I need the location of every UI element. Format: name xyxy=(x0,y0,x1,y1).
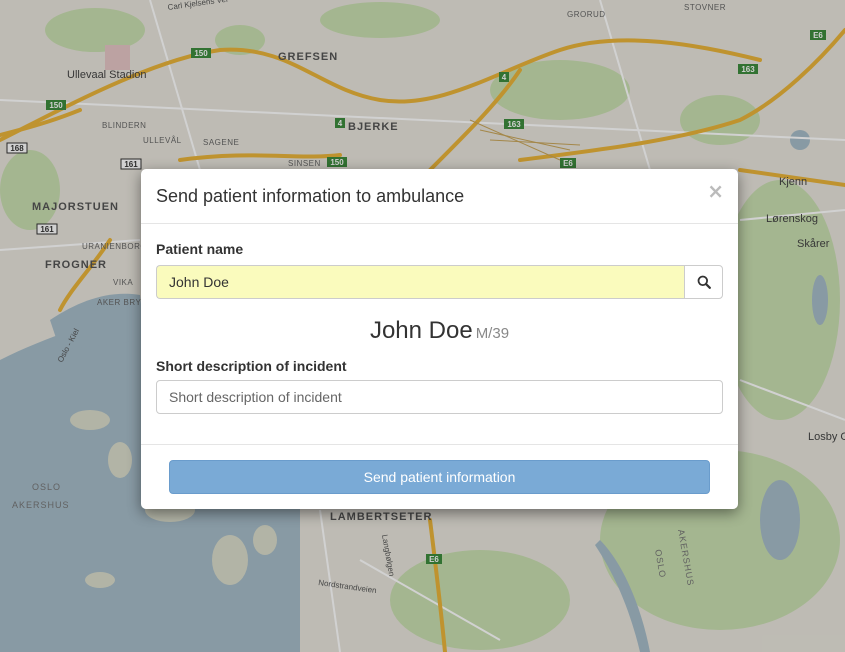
patient-sex-age: M/39 xyxy=(475,325,510,342)
patient-search-button[interactable] xyxy=(684,265,723,299)
patient-name-input-group xyxy=(156,265,723,299)
description-input[interactable] xyxy=(156,380,723,414)
patient-summary: John Doe M/39 xyxy=(156,317,723,345)
modal-header: Send patient information to ambulance × xyxy=(141,169,738,224)
close-button[interactable]: × xyxy=(707,181,724,201)
description-label: Short description of incident xyxy=(156,358,347,374)
send-patient-info-button[interactable]: Send patient information xyxy=(169,460,710,494)
modal-body: Patient name John DoeM/39 Short descript… xyxy=(156,241,723,414)
patient-name-input[interactable] xyxy=(156,265,684,299)
modal-title: Send patient information to ambulance xyxy=(156,186,465,206)
search-icon xyxy=(697,275,711,289)
patient-display-name: John Doe xyxy=(369,317,473,344)
patient-name-label: Patient name xyxy=(156,241,244,257)
modal-footer: Send patient information xyxy=(141,444,738,509)
send-patient-modal: Send patient information to ambulance × … xyxy=(141,169,738,509)
